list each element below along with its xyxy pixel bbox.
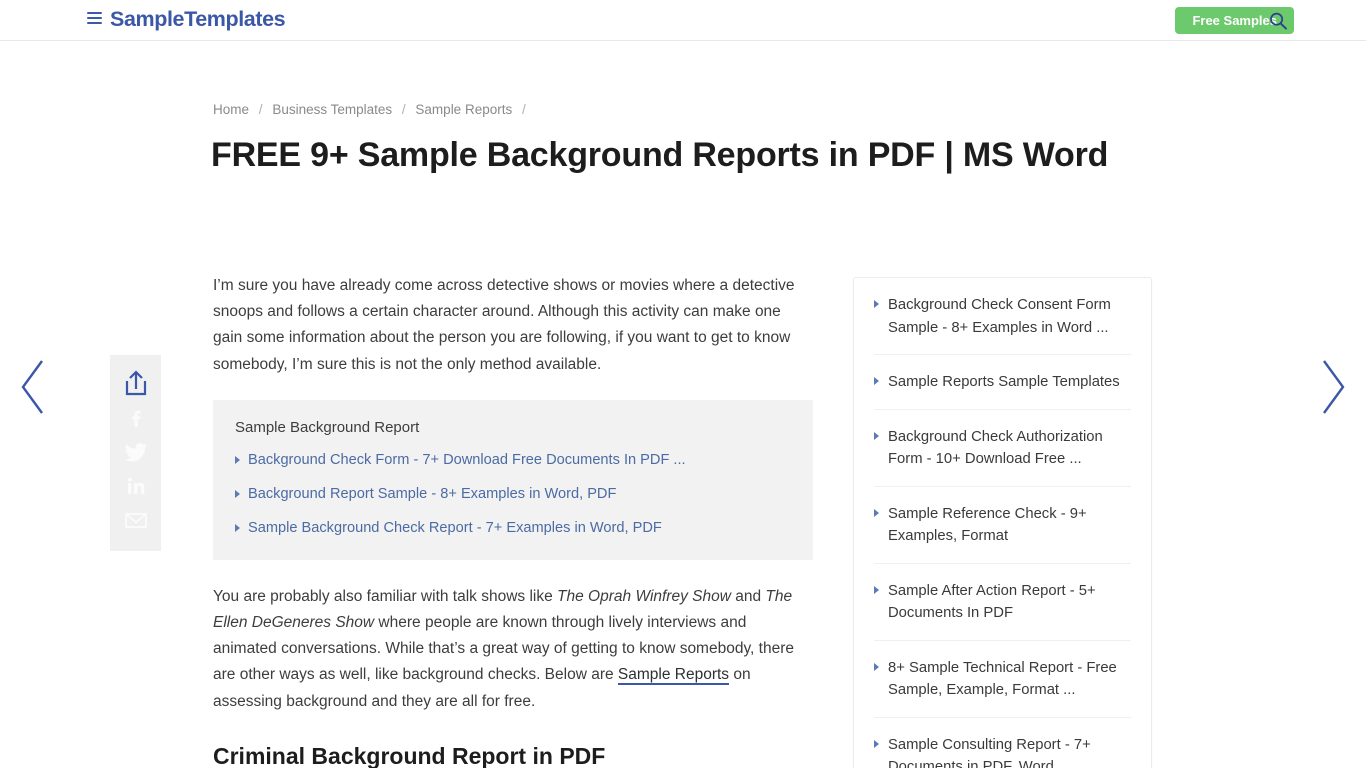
page-title: FREE 9+ Sample Background Reports in PDF… [211, 136, 1109, 174]
email-icon[interactable] [119, 503, 153, 537]
breadcrumb: Home / Business Templates / Sample Repor… [213, 102, 532, 117]
triangle-bullet-icon [874, 508, 879, 517]
related-article-label: Sample Reference Check - 9+ Examples, Fo… [888, 505, 1087, 545]
secondary-paragraph: You are probably also familiar with talk… [213, 584, 813, 715]
related-article-item[interactable]: Sample Reference Check - 9+ Examples, Fo… [874, 487, 1131, 564]
sample-reports-link[interactable]: Sample Reports [617, 666, 730, 686]
breadcrumb-separator: / [521, 102, 526, 117]
share-upload-icon[interactable] [119, 367, 153, 401]
paragraph-text: and [730, 587, 766, 605]
triangle-bullet-icon [235, 489, 240, 498]
site-header: SampleTemplates Free Samples [0, 0, 1366, 41]
toc-link-label: Background Check Form - 7+ Download Free… [248, 451, 686, 468]
triangle-bullet-icon [874, 585, 879, 594]
toc-link-item[interactable]: Sample Background Check Report - 7+ Exam… [235, 518, 791, 538]
paragraph-text: You are probably also familiar with talk… [213, 587, 558, 605]
show-title-oprah: The Oprah Winfrey Show [557, 587, 731, 605]
related-article-item[interactable]: Sample Reports Sample Templates [874, 355, 1131, 410]
breadcrumb-separator: / [401, 102, 406, 117]
triangle-bullet-icon [874, 739, 879, 748]
site-logo[interactable]: SampleTemplates [110, 7, 286, 32]
breadcrumb-item-home[interactable]: Home [213, 102, 249, 117]
triangle-bullet-icon [874, 431, 879, 440]
main-content-column: I’m sure you have already come across de… [213, 273, 813, 768]
triangle-bullet-icon [874, 377, 879, 385]
related-article-item[interactable]: Sample After Action Report - 5+ Document… [874, 564, 1131, 641]
triangle-bullet-icon [874, 662, 879, 671]
hamburger-menu-icon[interactable] [87, 12, 102, 25]
toc-link-item[interactable]: Background Check Form - 7+ Download Free… [235, 450, 791, 470]
facebook-icon[interactable] [119, 401, 153, 435]
breadcrumb-separator: / [258, 102, 263, 117]
related-article-label: Sample Reports Sample Templates [888, 374, 1120, 390]
related-article-item[interactable]: Background Check Consent Form Sample - 8… [874, 278, 1131, 355]
related-article-label: Background Check Authorization Form - 10… [888, 428, 1103, 468]
triangle-bullet-icon [235, 523, 240, 532]
intro-paragraph: I’m sure you have already come across de… [213, 277, 795, 373]
toc-link-item[interactable]: Background Report Sample - 8+ Examples i… [235, 484, 791, 504]
related-articles-sidebar: Background Check Consent Form Sample - 8… [853, 277, 1152, 768]
breadcrumb-item-business-templates[interactable]: Business Templates [272, 102, 392, 117]
breadcrumb-item-sample-reports[interactable]: Sample Reports [415, 102, 512, 117]
related-article-label: Background Check Consent Form Sample - 8… [888, 297, 1111, 336]
related-article-label: 8+ Sample Technical Report - Free Sample… [888, 659, 1117, 699]
related-article-item[interactable]: 8+ Sample Technical Report - Free Sample… [874, 641, 1131, 718]
table-of-contents-box: Sample Background Report Background Chec… [213, 399, 813, 560]
triangle-bullet-icon [235, 455, 240, 464]
next-arrow-button[interactable] [1318, 358, 1348, 416]
search-icon[interactable] [1268, 11, 1288, 31]
prev-arrow-button[interactable] [18, 358, 48, 416]
section-heading: Criminal Background Report in PDF [213, 742, 606, 768]
related-article-item[interactable]: Background Check Authorization Form - 10… [874, 410, 1131, 487]
linkedin-icon[interactable] [119, 469, 153, 503]
related-article-label: Sample Consulting Report - 7+ Documents … [888, 736, 1091, 768]
related-article-label: Sample After Action Report - 5+ Document… [888, 582, 1096, 622]
toc-link-label: Background Report Sample - 8+ Examples i… [248, 485, 617, 502]
triangle-bullet-icon [874, 300, 879, 308]
related-article-item[interactable]: Sample Consulting Report - 7+ Documents … [874, 718, 1131, 768]
toc-title: Sample Background Report [235, 418, 420, 436]
social-share-rail [110, 355, 161, 551]
twitter-icon[interactable] [119, 435, 153, 469]
toc-link-label: Sample Background Check Report - 7+ Exam… [248, 519, 662, 536]
